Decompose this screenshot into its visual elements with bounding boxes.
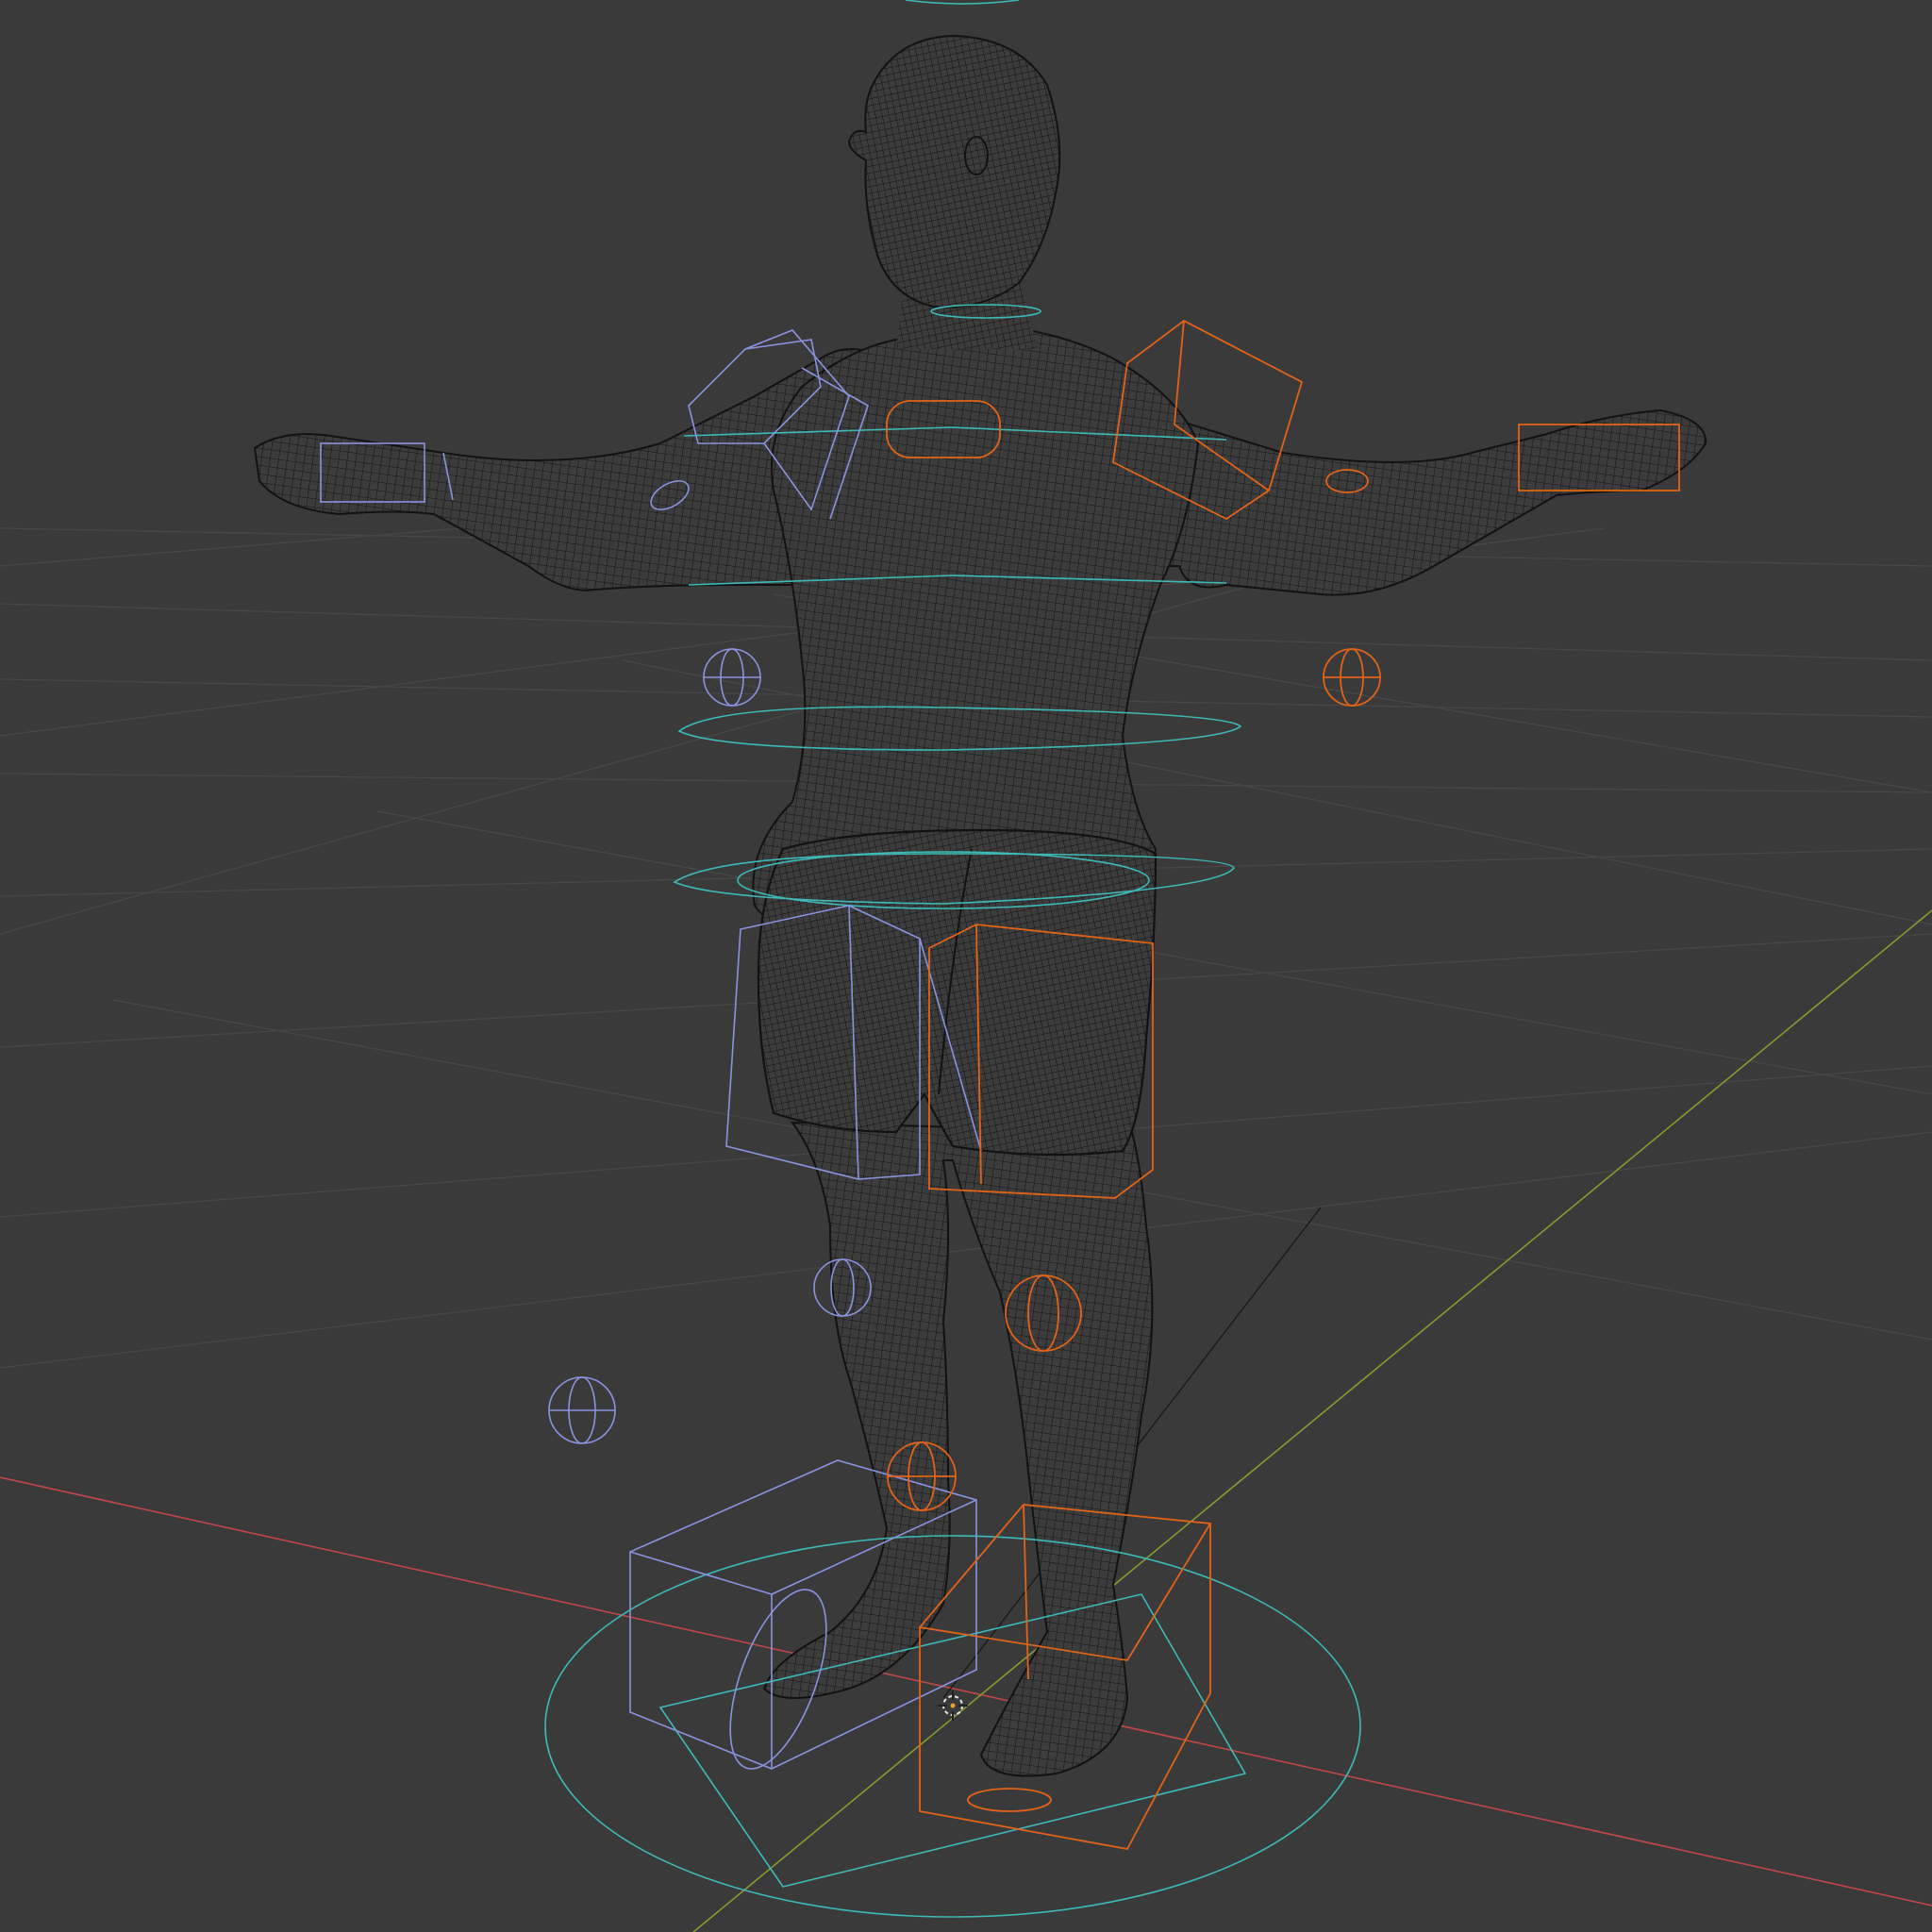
viewport-canvas[interactable] [0,0,1932,1932]
head-control-ring[interactable] [905,0,1020,5]
3d-cursor-icon [938,1690,968,1721]
3d-viewport[interactable] [0,0,1932,1932]
human-mesh[interactable] [253,34,1707,1777]
